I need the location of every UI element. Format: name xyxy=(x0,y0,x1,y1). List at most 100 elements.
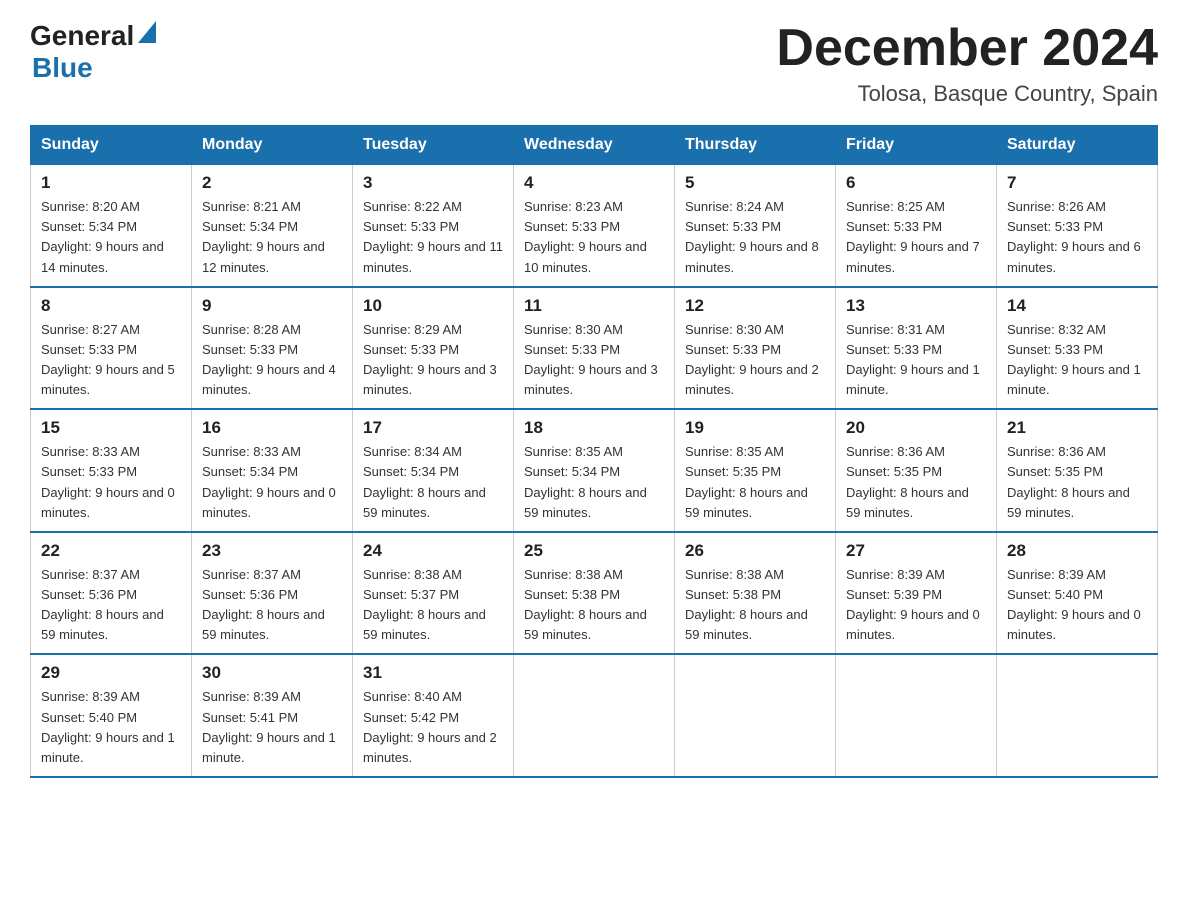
day-number: 3 xyxy=(363,173,503,193)
calendar-day-cell: 21 Sunrise: 8:36 AMSunset: 5:35 PMDaylig… xyxy=(997,409,1158,532)
day-info: Sunrise: 8:36 AMSunset: 5:35 PMDaylight:… xyxy=(846,444,969,519)
calendar-day-cell: 30 Sunrise: 8:39 AMSunset: 5:41 PMDaylig… xyxy=(192,654,353,777)
logo: General Blue xyxy=(30,20,156,84)
day-info: Sunrise: 8:29 AMSunset: 5:33 PMDaylight:… xyxy=(363,322,497,397)
day-info: Sunrise: 8:39 AMSunset: 5:39 PMDaylight:… xyxy=(846,567,980,642)
day-info: Sunrise: 8:38 AMSunset: 5:37 PMDaylight:… xyxy=(363,567,486,642)
calendar-day-cell: 23 Sunrise: 8:37 AMSunset: 5:36 PMDaylig… xyxy=(192,532,353,655)
day-info: Sunrise: 8:28 AMSunset: 5:33 PMDaylight:… xyxy=(202,322,336,397)
calendar-table: SundayMondayTuesdayWednesdayThursdayFrid… xyxy=(30,125,1158,778)
day-number: 30 xyxy=(202,663,342,683)
calendar-day-cell: 6 Sunrise: 8:25 AMSunset: 5:33 PMDayligh… xyxy=(836,165,997,287)
day-of-week-header: Saturday xyxy=(997,126,1158,165)
day-of-week-header: Sunday xyxy=(31,126,192,165)
day-of-week-header: Friday xyxy=(836,126,997,165)
calendar-week-row: 15 Sunrise: 8:33 AMSunset: 5:33 PMDaylig… xyxy=(31,409,1158,532)
calendar-day-cell: 29 Sunrise: 8:39 AMSunset: 5:40 PMDaylig… xyxy=(31,654,192,777)
day-info: Sunrise: 8:21 AMSunset: 5:34 PMDaylight:… xyxy=(202,199,325,274)
day-number: 7 xyxy=(1007,173,1147,193)
calendar-body: 1 Sunrise: 8:20 AMSunset: 5:34 PMDayligh… xyxy=(31,165,1158,777)
calendar-day-cell: 20 Sunrise: 8:36 AMSunset: 5:35 PMDaylig… xyxy=(836,409,997,532)
logo-triangle-icon xyxy=(138,21,156,48)
logo-blue-text: Blue xyxy=(32,52,93,84)
day-info: Sunrise: 8:39 AMSunset: 5:40 PMDaylight:… xyxy=(1007,567,1141,642)
calendar-day-cell: 7 Sunrise: 8:26 AMSunset: 5:33 PMDayligh… xyxy=(997,165,1158,287)
day-info: Sunrise: 8:37 AMSunset: 5:36 PMDaylight:… xyxy=(202,567,325,642)
day-number: 29 xyxy=(41,663,181,683)
day-number: 2 xyxy=(202,173,342,193)
day-number: 26 xyxy=(685,541,825,561)
calendar-day-cell: 3 Sunrise: 8:22 AMSunset: 5:33 PMDayligh… xyxy=(353,165,514,287)
day-info: Sunrise: 8:35 AMSunset: 5:35 PMDaylight:… xyxy=(685,444,808,519)
location-title: Tolosa, Basque Country, Spain xyxy=(776,81,1158,107)
day-info: Sunrise: 8:36 AMSunset: 5:35 PMDaylight:… xyxy=(1007,444,1130,519)
calendar-day-cell: 24 Sunrise: 8:38 AMSunset: 5:37 PMDaylig… xyxy=(353,532,514,655)
day-info: Sunrise: 8:34 AMSunset: 5:34 PMDaylight:… xyxy=(363,444,486,519)
calendar-day-cell: 4 Sunrise: 8:23 AMSunset: 5:33 PMDayligh… xyxy=(514,165,675,287)
title-block: December 2024 Tolosa, Basque Country, Sp… xyxy=(776,20,1158,107)
day-info: Sunrise: 8:35 AMSunset: 5:34 PMDaylight:… xyxy=(524,444,647,519)
day-info: Sunrise: 8:27 AMSunset: 5:33 PMDaylight:… xyxy=(41,322,175,397)
day-number: 16 xyxy=(202,418,342,438)
day-number: 6 xyxy=(846,173,986,193)
page-header: General Blue December 2024 Tolosa, Basqu… xyxy=(30,20,1158,107)
calendar-day-cell: 2 Sunrise: 8:21 AMSunset: 5:34 PMDayligh… xyxy=(192,165,353,287)
day-info: Sunrise: 8:38 AMSunset: 5:38 PMDaylight:… xyxy=(524,567,647,642)
calendar-day-cell xyxy=(997,654,1158,777)
calendar-week-row: 29 Sunrise: 8:39 AMSunset: 5:40 PMDaylig… xyxy=(31,654,1158,777)
calendar-day-cell: 13 Sunrise: 8:31 AMSunset: 5:33 PMDaylig… xyxy=(836,287,997,410)
day-number: 1 xyxy=(41,173,181,193)
calendar-day-cell: 19 Sunrise: 8:35 AMSunset: 5:35 PMDaylig… xyxy=(675,409,836,532)
day-of-week-header: Thursday xyxy=(675,126,836,165)
day-of-week-header: Tuesday xyxy=(353,126,514,165)
calendar-day-cell: 16 Sunrise: 8:33 AMSunset: 5:34 PMDaylig… xyxy=(192,409,353,532)
day-number: 17 xyxy=(363,418,503,438)
calendar-day-cell: 31 Sunrise: 8:40 AMSunset: 5:42 PMDaylig… xyxy=(353,654,514,777)
calendar-day-cell: 15 Sunrise: 8:33 AMSunset: 5:33 PMDaylig… xyxy=(31,409,192,532)
calendar-header: SundayMondayTuesdayWednesdayThursdayFrid… xyxy=(31,126,1158,165)
day-info: Sunrise: 8:33 AMSunset: 5:33 PMDaylight:… xyxy=(41,444,175,519)
day-number: 20 xyxy=(846,418,986,438)
day-number: 13 xyxy=(846,296,986,316)
day-info: Sunrise: 8:30 AMSunset: 5:33 PMDaylight:… xyxy=(524,322,658,397)
day-number: 19 xyxy=(685,418,825,438)
day-info: Sunrise: 8:32 AMSunset: 5:33 PMDaylight:… xyxy=(1007,322,1141,397)
day-info: Sunrise: 8:39 AMSunset: 5:40 PMDaylight:… xyxy=(41,689,175,764)
day-info: Sunrise: 8:37 AMSunset: 5:36 PMDaylight:… xyxy=(41,567,164,642)
calendar-day-cell: 8 Sunrise: 8:27 AMSunset: 5:33 PMDayligh… xyxy=(31,287,192,410)
header-row: SundayMondayTuesdayWednesdayThursdayFrid… xyxy=(31,126,1158,165)
day-number: 9 xyxy=(202,296,342,316)
day-of-week-header: Monday xyxy=(192,126,353,165)
calendar-day-cell xyxy=(675,654,836,777)
calendar-day-cell: 17 Sunrise: 8:34 AMSunset: 5:34 PMDaylig… xyxy=(353,409,514,532)
month-title: December 2024 xyxy=(776,20,1158,77)
calendar-day-cell: 9 Sunrise: 8:28 AMSunset: 5:33 PMDayligh… xyxy=(192,287,353,410)
calendar-day-cell: 18 Sunrise: 8:35 AMSunset: 5:34 PMDaylig… xyxy=(514,409,675,532)
day-info: Sunrise: 8:25 AMSunset: 5:33 PMDaylight:… xyxy=(846,199,980,274)
calendar-day-cell: 22 Sunrise: 8:37 AMSunset: 5:36 PMDaylig… xyxy=(31,532,192,655)
day-info: Sunrise: 8:38 AMSunset: 5:38 PMDaylight:… xyxy=(685,567,808,642)
calendar-day-cell: 25 Sunrise: 8:38 AMSunset: 5:38 PMDaylig… xyxy=(514,532,675,655)
day-number: 5 xyxy=(685,173,825,193)
day-number: 4 xyxy=(524,173,664,193)
calendar-day-cell: 5 Sunrise: 8:24 AMSunset: 5:33 PMDayligh… xyxy=(675,165,836,287)
day-number: 22 xyxy=(41,541,181,561)
day-info: Sunrise: 8:39 AMSunset: 5:41 PMDaylight:… xyxy=(202,689,336,764)
day-info: Sunrise: 8:20 AMSunset: 5:34 PMDaylight:… xyxy=(41,199,164,274)
day-info: Sunrise: 8:33 AMSunset: 5:34 PMDaylight:… xyxy=(202,444,336,519)
day-number: 31 xyxy=(363,663,503,683)
day-number: 15 xyxy=(41,418,181,438)
day-info: Sunrise: 8:22 AMSunset: 5:33 PMDaylight:… xyxy=(363,199,503,274)
day-info: Sunrise: 8:30 AMSunset: 5:33 PMDaylight:… xyxy=(685,322,819,397)
calendar-day-cell: 27 Sunrise: 8:39 AMSunset: 5:39 PMDaylig… xyxy=(836,532,997,655)
logo-general-text: General xyxy=(30,20,134,52)
day-number: 18 xyxy=(524,418,664,438)
calendar-week-row: 22 Sunrise: 8:37 AMSunset: 5:36 PMDaylig… xyxy=(31,532,1158,655)
calendar-day-cell xyxy=(836,654,997,777)
day-of-week-header: Wednesday xyxy=(514,126,675,165)
day-info: Sunrise: 8:26 AMSunset: 5:33 PMDaylight:… xyxy=(1007,199,1141,274)
calendar-day-cell: 1 Sunrise: 8:20 AMSunset: 5:34 PMDayligh… xyxy=(31,165,192,287)
calendar-week-row: 1 Sunrise: 8:20 AMSunset: 5:34 PMDayligh… xyxy=(31,165,1158,287)
calendar-day-cell xyxy=(514,654,675,777)
day-number: 11 xyxy=(524,296,664,316)
